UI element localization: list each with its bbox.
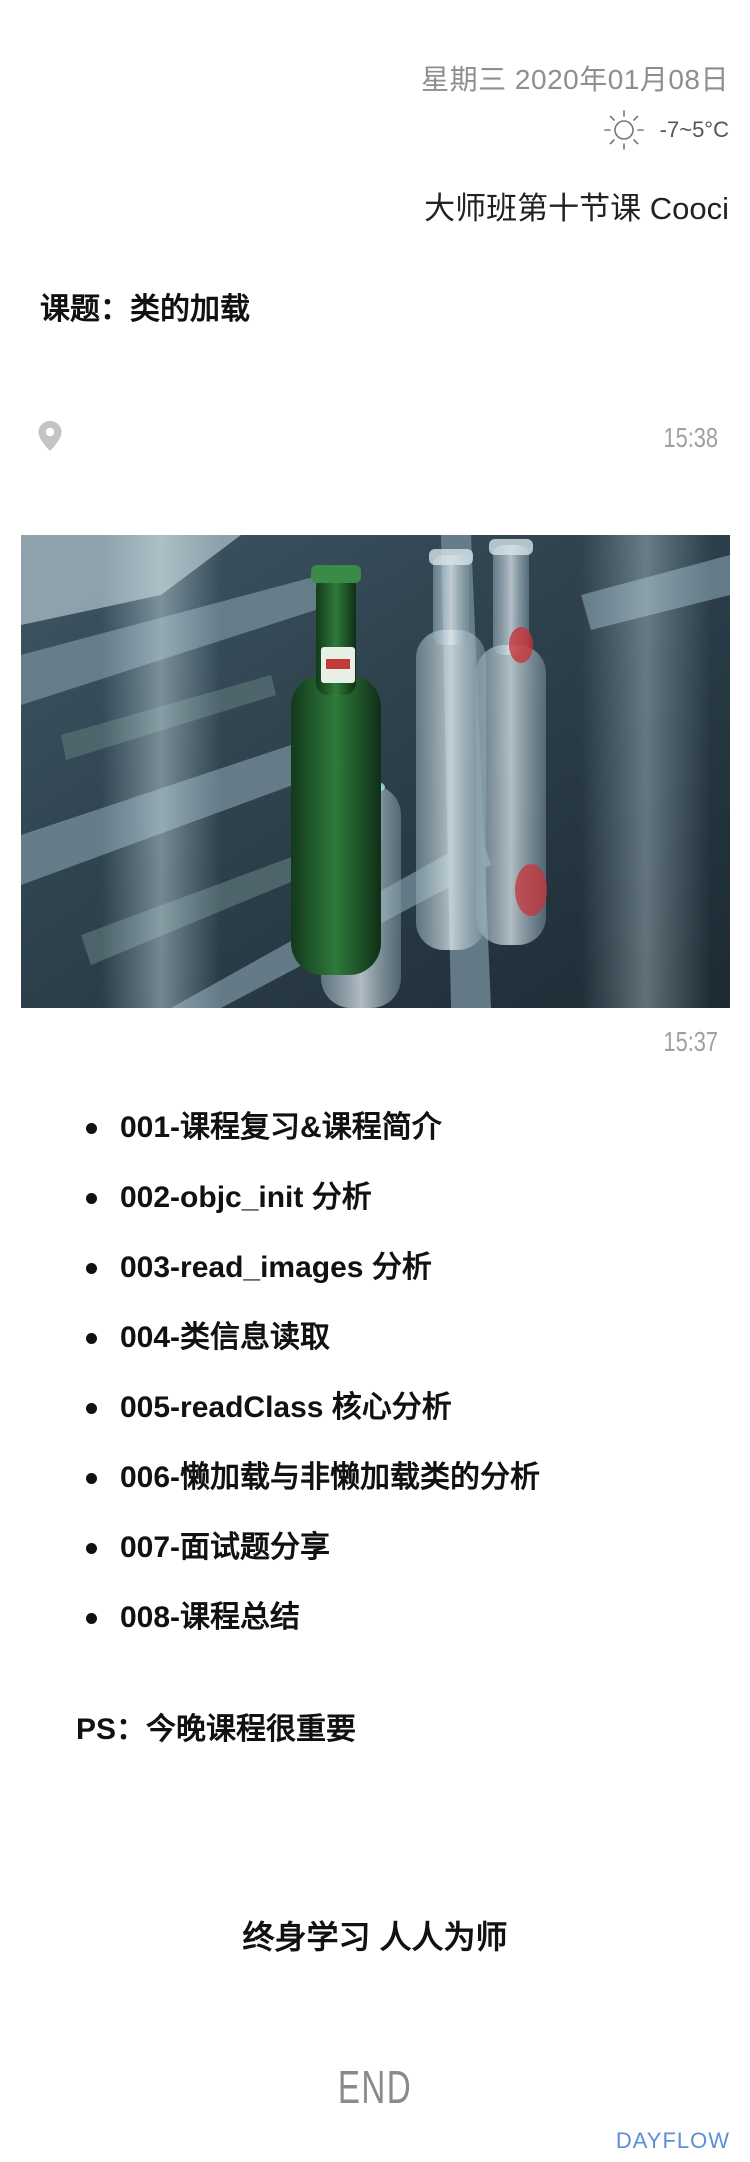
motto: 终身学习 人人为师 (242, 1919, 508, 1955)
list-item-text: 006-懒加载与非懒加载类的分析 (120, 1461, 541, 1494)
bullet-icon (86, 1403, 97, 1414)
list-item-text: 001-课程复习&课程简介 (120, 1111, 442, 1144)
bullet-icon (86, 1473, 97, 1484)
list-item: 006-懒加载与非懒加载类的分析 (80, 1458, 540, 1528)
bullet-icon (86, 1193, 97, 1204)
temperature-label: -7~5°C (659, 117, 729, 142)
location-pin-icon[interactable] (37, 420, 63, 457)
end-mark: END (337, 2061, 413, 2113)
list-item: 001-课程复习&课程简介 (80, 1108, 540, 1178)
location-time: 15:38 (663, 422, 718, 453)
list-item-text: 003-read_images 分析 (120, 1251, 432, 1284)
bullet-icon (86, 1263, 97, 1274)
list-item-text: 004-类信息读取 (120, 1321, 331, 1354)
list-item: 007-面试题分享 (80, 1528, 540, 1598)
bullet-icon (86, 1543, 97, 1554)
list-item: 004-类信息读取 (80, 1318, 540, 1388)
bullet-icon (86, 1613, 97, 1624)
list-item-text: 002-objc_init 分析 (120, 1181, 372, 1214)
list-item-text: 008-课程总结 (120, 1601, 301, 1634)
bullet-icon (86, 1333, 97, 1344)
list-item-text: 005-readClass 核心分析 (120, 1391, 452, 1424)
ps-note: PS：今晚课程很重要 (76, 1713, 357, 1746)
location-row: 15:38 (0, 420, 750, 460)
photo-time: 15:37 (663, 1026, 718, 1057)
list-item: 003-read_images 分析 (80, 1248, 540, 1318)
topic-title: 课题：类的加载 (40, 293, 250, 326)
list-item: 002-objc_init 分析 (80, 1178, 540, 1248)
agenda-list: 001-课程复习&课程简介 002-objc_init 分析 003-read_… (80, 1108, 540, 1668)
list-item-text: 007-面试题分享 (120, 1531, 331, 1564)
date-label: 星期三 2020年01月08日 (421, 64, 729, 95)
weather: -7~5°C (602, 108, 729, 152)
brand-logo: DAYFLOW (615, 2128, 730, 2153)
list-item: 008-课程总结 (80, 1598, 540, 1668)
bullet-icon (86, 1123, 97, 1134)
sun-icon (602, 108, 646, 152)
class-title: 大师班第十节课 Cooci (424, 191, 729, 226)
bottles-photo[interactable] (21, 535, 730, 1008)
list-item: 005-readClass 核心分析 (80, 1388, 540, 1458)
